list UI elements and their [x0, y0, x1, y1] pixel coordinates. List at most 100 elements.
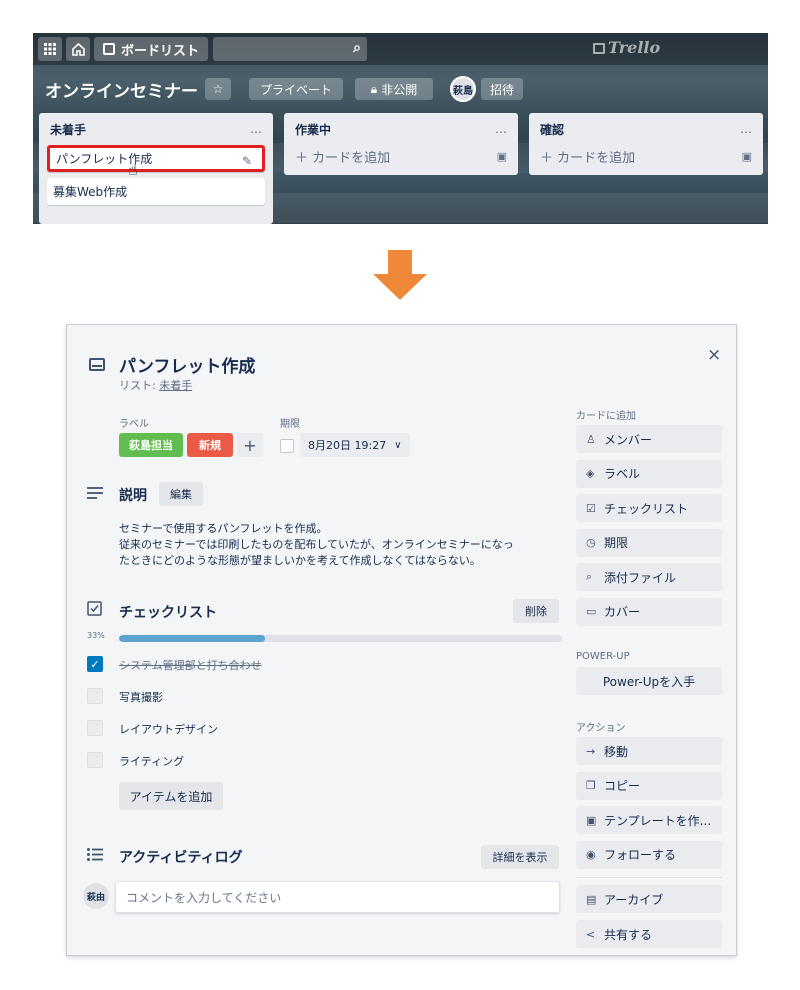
delete-checklist-button[interactable]: 削除 — [513, 599, 559, 623]
checklist-checkbox[interactable] — [87, 688, 103, 704]
boards-button[interactable]: ボードリスト — [94, 37, 208, 61]
invite-button[interactable]: 招待 — [481, 78, 523, 100]
home-icon[interactable] — [66, 37, 90, 61]
checklist-item[interactable]: 写真撮影 — [119, 689, 163, 705]
sidebar-button-checklist[interactable]: ☑ チェックリスト — [576, 494, 722, 522]
edit-button[interactable]: 編集 — [159, 482, 203, 506]
add-card-button[interactable]: ＋ カードを追加 ▣ — [537, 143, 755, 169]
powerup-heading: POWER-UP — [576, 651, 630, 662]
add-item-button[interactable]: アイテムを追加 — [119, 782, 223, 810]
sidebar-button-template[interactable]: ▣ テンプレートを作... — [576, 806, 722, 834]
board-screenshot: ボードリスト ⌕ Trello オンラインセミナー ☆ プライベート 🔒︎ 非公開… — [33, 33, 768, 224]
checklist-checkbox[interactable] — [87, 720, 103, 736]
down-arrow-icon — [373, 250, 427, 300]
list-reference: リスト: 未着手 — [119, 379, 193, 392]
description-text[interactable]: セミナーで使用するパンフレットを作成。 従来のセミナーでは印刷したものを配布して… — [119, 521, 559, 569]
sidebar-button-eye[interactable]: ◉ フォローする — [576, 840, 722, 869]
progress-fill — [119, 635, 266, 642]
labels-heading: ラベル — [119, 419, 149, 430]
arrow-right-icon: → — [586, 744, 596, 758]
list-link[interactable]: 未着手 — [159, 379, 192, 392]
progress-percent: 33% — [87, 631, 105, 640]
sidebar-button-copy[interactable]: ❐ コピー — [576, 771, 722, 800]
sidebar-button-clock[interactable]: ◷ 期限 — [576, 528, 722, 557]
card-pamphlet[interactable]: パンフレット作成 ✎ ☝ — [47, 145, 265, 179]
visibility-button[interactable]: 🔒︎ 非公開 — [355, 78, 433, 100]
board-icon — [102, 43, 115, 55]
comment-input[interactable]: コメントを入力してください — [115, 881, 560, 913]
checklist-icon: ☑ — [586, 501, 596, 515]
apps-grid-icon[interactable] — [38, 37, 62, 61]
checklist-item[interactable]: レイアウトデザイン — [119, 721, 218, 737]
card-title[interactable]: パンフレット作成 — [119, 352, 255, 377]
description-heading: 説明 — [119, 488, 147, 504]
get-powerup-button[interactable]: Power-Upを入手 — [576, 667, 722, 695]
sidebar-button-archive[interactable]: ▤ アーカイブ — [576, 885, 722, 913]
list-menu-icon[interactable]: … — [740, 122, 752, 136]
checklist-item[interactable]: システム管理部と打ち合わせ — [119, 657, 262, 673]
top-bar: ボードリスト ⌕ Trello — [33, 33, 768, 65]
progress-bar — [119, 635, 562, 642]
label-chip[interactable]: 新規 — [187, 433, 233, 457]
checklist-heading: チェックリスト — [119, 605, 217, 621]
sidebar-button-label: チェックリスト — [604, 501, 689, 516]
list-todo: 未着手 … パンフレット作成 ✎ ☝ 募集Web作成 — [39, 113, 273, 224]
sidebar-button-arrow-right[interactable]: → 移動 — [576, 737, 722, 765]
hand-cursor-icon: ☝ — [128, 160, 138, 179]
card-title: パンフレット作成 — [56, 152, 153, 166]
board-title[interactable]: オンラインセミナー — [45, 77, 198, 102]
due-date-button[interactable]: 8月20日 19:27 ∨ — [300, 433, 410, 457]
checklist-item[interactable]: ライティング — [119, 753, 184, 769]
search-input[interactable]: ⌕ — [213, 37, 367, 61]
add-to-card-heading: カードに追加 — [576, 411, 636, 422]
description-icon — [87, 485, 103, 503]
avatar[interactable]: 萩島 — [450, 76, 476, 102]
close-icon[interactable]: × — [707, 345, 721, 365]
card-recruit-web[interactable]: 募集Web作成 — [47, 178, 265, 205]
due-complete-checkbox[interactable] — [280, 439, 294, 453]
activity-icon — [87, 847, 103, 865]
label-chip[interactable]: 萩島担当 — [119, 433, 183, 457]
checklist-checkbox[interactable] — [87, 752, 103, 768]
sidebar-button-label: 期限 — [604, 536, 629, 550]
paperclip-icon: ⌕ — [586, 570, 593, 583]
actions-heading: アクション — [576, 723, 626, 734]
list-menu-icon[interactable]: … — [495, 122, 507, 136]
sidebar-button-tag[interactable]: ◈ ラベル — [576, 459, 722, 488]
sidebar-button-share[interactable]: < 共有する — [576, 920, 722, 948]
card-title: 募集Web作成 — [53, 185, 128, 199]
sidebar-button-label: アーカイブ — [604, 892, 664, 907]
show-details-button[interactable]: 詳細を表示 — [481, 845, 559, 869]
eye-icon: ◉ — [586, 848, 596, 861]
checklist-icon — [87, 601, 102, 620]
sidebar-button-person[interactable]: ♙ メンバー — [576, 425, 722, 453]
add-card-button[interactable]: ＋ カードを追加 ▣ — [292, 143, 510, 169]
lock-icon: 🔒︎ — [370, 81, 378, 96]
search-icon: ⌕ — [353, 40, 361, 56]
list-title[interactable]: 確認 — [540, 121, 564, 138]
person-icon: ♙ — [586, 432, 596, 446]
sidebar-button-label: フォローする — [604, 848, 677, 862]
archive-icon: ▤ — [586, 892, 597, 906]
list-menu-icon[interactable]: … — [250, 122, 262, 136]
sidebar-button-label: 共有する — [604, 927, 653, 942]
board-header: オンラインセミナー ☆ プライベート 🔒︎ 非公開 萩島 招待 — [33, 73, 768, 105]
list-title[interactable]: 未着手 — [50, 121, 86, 138]
sidebar-button-cover[interactable]: ▭ カバー — [576, 597, 722, 626]
template-icon: ▣ — [586, 813, 597, 827]
list-in-progress: 作業中 … ＋ カードを追加 ▣ — [284, 113, 518, 175]
list-title[interactable]: 作業中 — [295, 121, 331, 138]
privacy-button[interactable]: プライベート — [249, 78, 343, 100]
sidebar-button-label: メンバー — [604, 432, 653, 447]
checklist-checkbox[interactable]: ✓ — [87, 656, 103, 672]
share-icon: < — [586, 927, 596, 941]
sidebar-button-label: カバー — [604, 605, 641, 619]
sidebar-button-label: テンプレートを作... — [604, 813, 712, 828]
template-icon[interactable]: ▣ — [497, 150, 507, 163]
boards-button-label: ボードリスト — [120, 43, 199, 59]
sidebar-button-paperclip[interactable]: ⌕ 添付ファイル — [576, 563, 722, 591]
star-icon[interactable]: ☆ — [205, 78, 231, 100]
add-label-button[interactable]: + — [237, 433, 263, 457]
template-icon[interactable]: ▣ — [742, 150, 752, 163]
pencil-icon[interactable]: ✎ — [242, 154, 252, 168]
